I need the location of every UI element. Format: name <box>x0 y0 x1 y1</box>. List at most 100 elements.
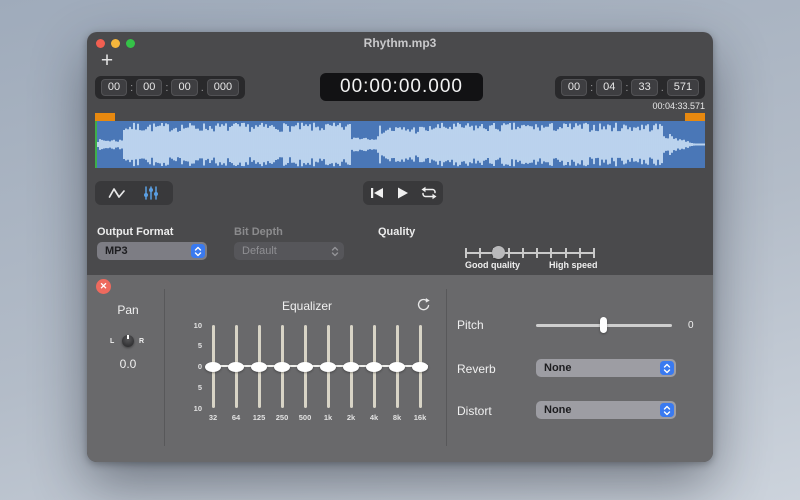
eq-band-slider-16k[interactable] <box>409 325 431 408</box>
selection-end-time-field[interactable]: 00 : 04 : 33 . 571 <box>555 76 705 99</box>
titlebar[interactable]: Rhythm.mp3 <box>87 32 713 52</box>
eq-band-label: 500 <box>298 413 312 422</box>
eq-slider-knob[interactable] <box>274 361 290 372</box>
window-title: Rhythm.mp3 <box>363 36 437 50</box>
distort-value: None <box>544 404 572 416</box>
eq-band-label: 4k <box>369 413 379 422</box>
quality-label: Quality <box>378 226 416 238</box>
quality-max-label: High speed <box>549 260 598 270</box>
close-panel-button[interactable]: ✕ <box>96 279 111 294</box>
current-time-display: 00:00:00.000 <box>320 73 483 101</box>
pitch-slider[interactable] <box>536 317 672 333</box>
equalizer-title: Equalizer <box>281 299 333 313</box>
eq-band-label: 2k <box>346 413 356 422</box>
trim-end-handle[interactable] <box>685 113 705 121</box>
start-hours-field[interactable]: 00 <box>100 79 128 96</box>
quality-tick <box>536 248 539 258</box>
eq-band-label: 1k <box>323 413 333 422</box>
start-seconds-field[interactable]: 00 <box>171 79 198 96</box>
quality-min-label: Good quality <box>465 260 520 270</box>
trim-start-handle[interactable] <box>95 113 115 121</box>
bit-depth-label: Bit Depth <box>234 226 283 238</box>
quality-tick <box>521 248 524 258</box>
bit-depth-value: Default <box>242 245 277 257</box>
eq-band-slider-64[interactable] <box>225 325 247 408</box>
pitch-slider-knob[interactable] <box>600 317 607 333</box>
loop-button[interactable] <box>417 181 441 205</box>
eq-slider-knob[interactable] <box>205 361 221 372</box>
eq-slider-knob[interactable] <box>389 361 405 372</box>
pan-knob[interactable] <box>122 335 134 347</box>
time-separator: : <box>625 81 629 94</box>
output-format-dropdown[interactable]: MP3 <box>97 242 207 260</box>
quality-slider[interactable] <box>465 246 595 259</box>
eq-band-label: 125 <box>252 413 266 422</box>
end-hours-field[interactable]: 00 <box>560 79 588 96</box>
selection-start-time-field[interactable]: 00 : 00 : 00 . 000 <box>95 76 245 99</box>
pitch-label: Pitch <box>457 318 484 332</box>
quality-tick <box>578 248 581 258</box>
waveform-view-button[interactable] <box>105 181 129 205</box>
end-seconds-field[interactable]: 33 <box>631 79 658 96</box>
eq-band-slider-8k[interactable] <box>386 325 408 408</box>
quality-slider-track <box>465 252 595 254</box>
quality-tick <box>479 248 482 258</box>
bit-depth-dropdown: Default <box>234 242 344 260</box>
eq-slider-knob[interactable] <box>343 361 359 372</box>
eq-scale-label: 10 <box>193 403 202 413</box>
eq-band-label: 250 <box>275 413 289 422</box>
reverb-label: Reverb <box>457 362 496 376</box>
eq-band-slider-125[interactable] <box>248 325 270 408</box>
start-minutes-field[interactable]: 00 <box>136 79 163 96</box>
quality-slider-knob[interactable] <box>492 246 506 259</box>
eq-slider-knob[interactable] <box>251 361 267 372</box>
eq-scale-label: 5 <box>197 341 202 351</box>
playhead-cursor[interactable] <box>95 121 97 168</box>
time-separator: : <box>130 81 134 94</box>
eq-slider-knob[interactable] <box>366 361 382 372</box>
quality-tick <box>550 248 553 258</box>
pan-label: Pan <box>117 303 139 317</box>
dropdown-stepper-icon <box>328 244 342 258</box>
time-separator: . <box>200 81 204 94</box>
reverb-dropdown[interactable]: None <box>536 359 676 377</box>
time-separator: . <box>660 81 664 94</box>
eq-band-slider-2k[interactable] <box>340 325 362 408</box>
eq-band-slider-1k[interactable] <box>317 325 339 408</box>
quality-tick <box>507 248 510 258</box>
time-separator: : <box>590 81 594 94</box>
eq-slider-knob[interactable] <box>297 361 313 372</box>
dropdown-stepper-icon <box>660 403 674 417</box>
add-file-button[interactable]: + <box>96 50 118 72</box>
eq-slider-knob[interactable] <box>320 361 336 372</box>
eq-slider-knob[interactable] <box>412 361 428 372</box>
effects-view-button[interactable] <box>139 181 163 205</box>
dropdown-stepper-icon <box>191 244 205 258</box>
app-window: Rhythm.mp3 + 00 : 00 : 00 . 000 00:00:00… <box>87 32 713 462</box>
pitch-value: 0 <box>688 320 694 331</box>
start-millis-field[interactable]: 000 <box>206 79 240 96</box>
eq-band-slider-500[interactable] <box>294 325 316 408</box>
eq-slider-knob[interactable] <box>228 361 244 372</box>
eq-scale-label: 0 <box>197 362 202 371</box>
play-button[interactable] <box>391 181 415 205</box>
waveform-canvas[interactable] <box>95 121 705 168</box>
eq-band-slider-32[interactable] <box>202 325 224 408</box>
eq-band-slider-250[interactable] <box>271 325 293 408</box>
pan-value: 0.0 <box>119 357 137 371</box>
end-millis-field[interactable]: 571 <box>666 79 700 96</box>
equalizer-reset-button[interactable] <box>416 298 431 313</box>
eq-band-label: 16k <box>413 413 427 422</box>
distort-dropdown[interactable]: None <box>536 401 676 419</box>
reverb-value: None <box>544 362 572 374</box>
quality-tick <box>564 248 567 258</box>
skip-to-start-button[interactable] <box>365 181 389 205</box>
reset-icon <box>417 298 430 311</box>
dropdown-stepper-icon <box>660 361 674 375</box>
waveform-view[interactable] <box>95 113 705 168</box>
waveform-line-icon <box>108 188 125 198</box>
pan-right-label: R <box>139 338 145 345</box>
end-minutes-field[interactable]: 04 <box>596 79 623 96</box>
eq-band-slider-4k[interactable] <box>363 325 385 408</box>
output-format-label: Output Format <box>97 226 174 238</box>
